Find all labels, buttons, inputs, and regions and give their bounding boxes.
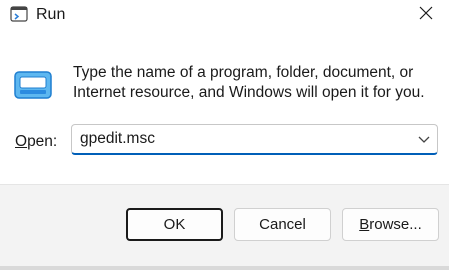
close-button[interactable] <box>403 0 449 30</box>
open-combobox[interactable] <box>71 124 438 155</box>
cancel-button[interactable]: Cancel <box>234 208 331 241</box>
open-label-text: pen: <box>27 133 58 150</box>
window-title: Run <box>36 6 66 23</box>
run-icon <box>10 6 28 22</box>
title-bar[interactable]: Run <box>0 0 449 30</box>
open-label: Open: <box>15 132 57 152</box>
run-dialog: Run Type the name of a program, folder, … <box>0 0 449 270</box>
chevron-down-icon[interactable] <box>417 133 431 145</box>
close-icon <box>419 6 433 25</box>
browse-button-label: rowse... <box>369 216 422 233</box>
dialog-body: Type the name of a program, folder, docu… <box>0 30 449 184</box>
button-bar: OK Cancel Browse... <box>0 184 449 270</box>
browse-button[interactable]: Browse... <box>342 208 439 241</box>
browse-button-accelerator: B <box>359 216 370 233</box>
ok-button[interactable]: OK <box>126 208 223 241</box>
open-input[interactable] <box>72 125 410 153</box>
run-program-icon <box>14 68 52 100</box>
window-bottom-edge <box>0 266 449 270</box>
instruction-text: Type the name of a program, folder, docu… <box>73 64 425 101</box>
cancel-button-label: Cancel <box>259 216 306 233</box>
open-label-accelerator: O <box>15 133 28 150</box>
ok-button-label: OK <box>163 216 186 233</box>
